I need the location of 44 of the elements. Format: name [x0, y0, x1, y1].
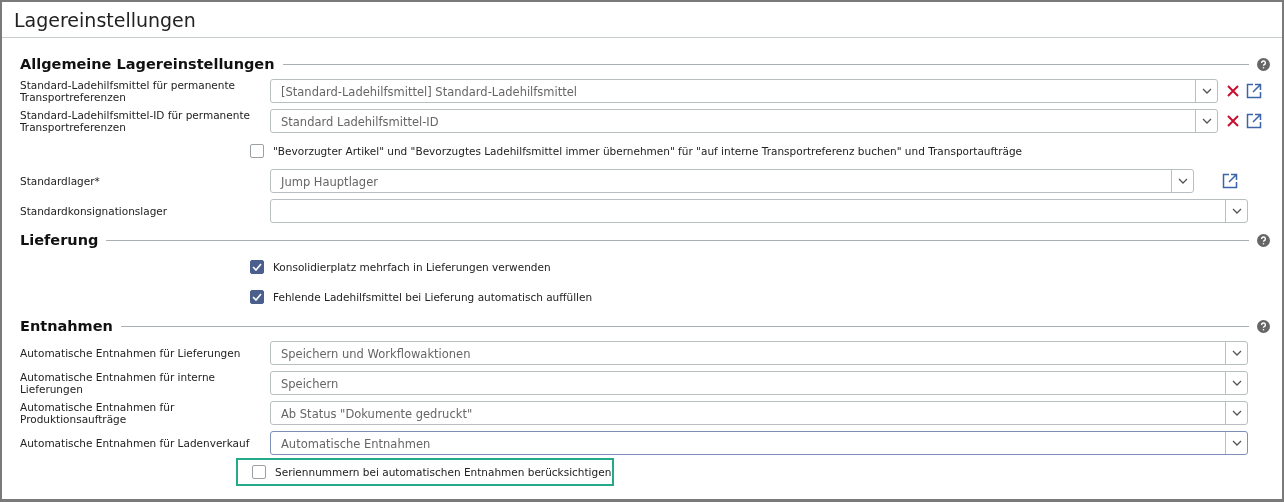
chevron-down-icon — [1231, 440, 1242, 446]
help-icon[interactable] — [1257, 57, 1270, 71]
checkbox[interactable] — [250, 144, 264, 158]
close-icon[interactable] — [1226, 84, 1240, 98]
checkbox[interactable] — [250, 290, 264, 304]
dropdown-field[interactable]: Standard Ladehilfsmittel-ID — [270, 109, 1218, 133]
help-icon[interactable] — [1257, 233, 1270, 247]
field-label: Standard-Ladehilfsmittel-ID für permanente Transportreferenzen — [20, 109, 251, 133]
chevron-down-icon — [1231, 410, 1242, 416]
dropdown-field[interactable]: Speichern und Workflowaktionen — [270, 341, 1248, 365]
dropdown-field[interactable]: Jump Hauptlager — [270, 169, 1194, 193]
field-label: Automatische Entnahmen für interne Lieferungen — [20, 371, 216, 395]
chevron-down-icon — [1177, 178, 1188, 184]
chevron-down-icon — [1231, 208, 1242, 214]
external-link-icon[interactable] — [1222, 173, 1238, 189]
close-icon[interactable] — [1226, 114, 1240, 128]
section-title: Lieferung — [20, 232, 99, 248]
checkbox-label: Fehlende Ladehilfsmittel bei Lieferung automatisch auffüllen — [273, 291, 593, 303]
help-icon[interactable] — [1257, 319, 1270, 333]
checkbox-label: "Bevorzugter Artikel" und "Bevorzugtes Ladehilfsmittel immer übernehmen" für "auf interne Transportreferenz buchen" und Transportaufträge — [273, 145, 1023, 157]
dropdown-field[interactable]: Speichern — [270, 371, 1248, 395]
chevron-down-icon — [1231, 350, 1242, 356]
chevron-down-icon — [1201, 118, 1212, 124]
field-label: Standardlager* — [20, 175, 101, 187]
field-label: Standard-Ladehilfsmittel für permanente Transportreferenzen — [20, 79, 236, 103]
dropdown-field[interactable]: Ab Status "Dokumente gedruckt" — [270, 401, 1248, 425]
dropdown-field[interactable] — [270, 199, 1248, 223]
checkbox-label: Seriennummern bei automatischen Entnahmen berücksichtigen — [275, 466, 612, 478]
field-label: Automatische Entnahmen für Lieferungen — [20, 347, 242, 359]
field-label: Automatische Entnahmen für Produktionsaufträge — [20, 401, 176, 425]
chevron-down-icon — [1201, 88, 1212, 94]
chevron-down-icon — [1231, 380, 1242, 386]
section-title: Entnahmen — [20, 318, 113, 334]
external-link-icon[interactable] — [1246, 113, 1262, 129]
checkbox[interactable] — [250, 260, 264, 274]
section-title: Allgemeine Lagereinstellungen — [20, 56, 275, 72]
field-label: Standardkonsignationslager — [20, 205, 169, 217]
page-title: Lagereinstellungen — [14, 8, 196, 31]
external-link-icon[interactable] — [1246, 83, 1262, 99]
checkbox-label: Konsolidierplatz mehrfach in Lieferungen verwenden — [273, 261, 551, 273]
checkbox[interactable] — [252, 465, 266, 479]
dropdown-field[interactable]: Automatische Entnahmen — [270, 431, 1248, 455]
dropdown-field[interactable]: [Standard-Ladehilfsmittel] Standard-Ladehilfsmittel — [270, 79, 1218, 103]
field-label: Automatische Entnahmen für Ladenverkauf — [20, 437, 251, 449]
